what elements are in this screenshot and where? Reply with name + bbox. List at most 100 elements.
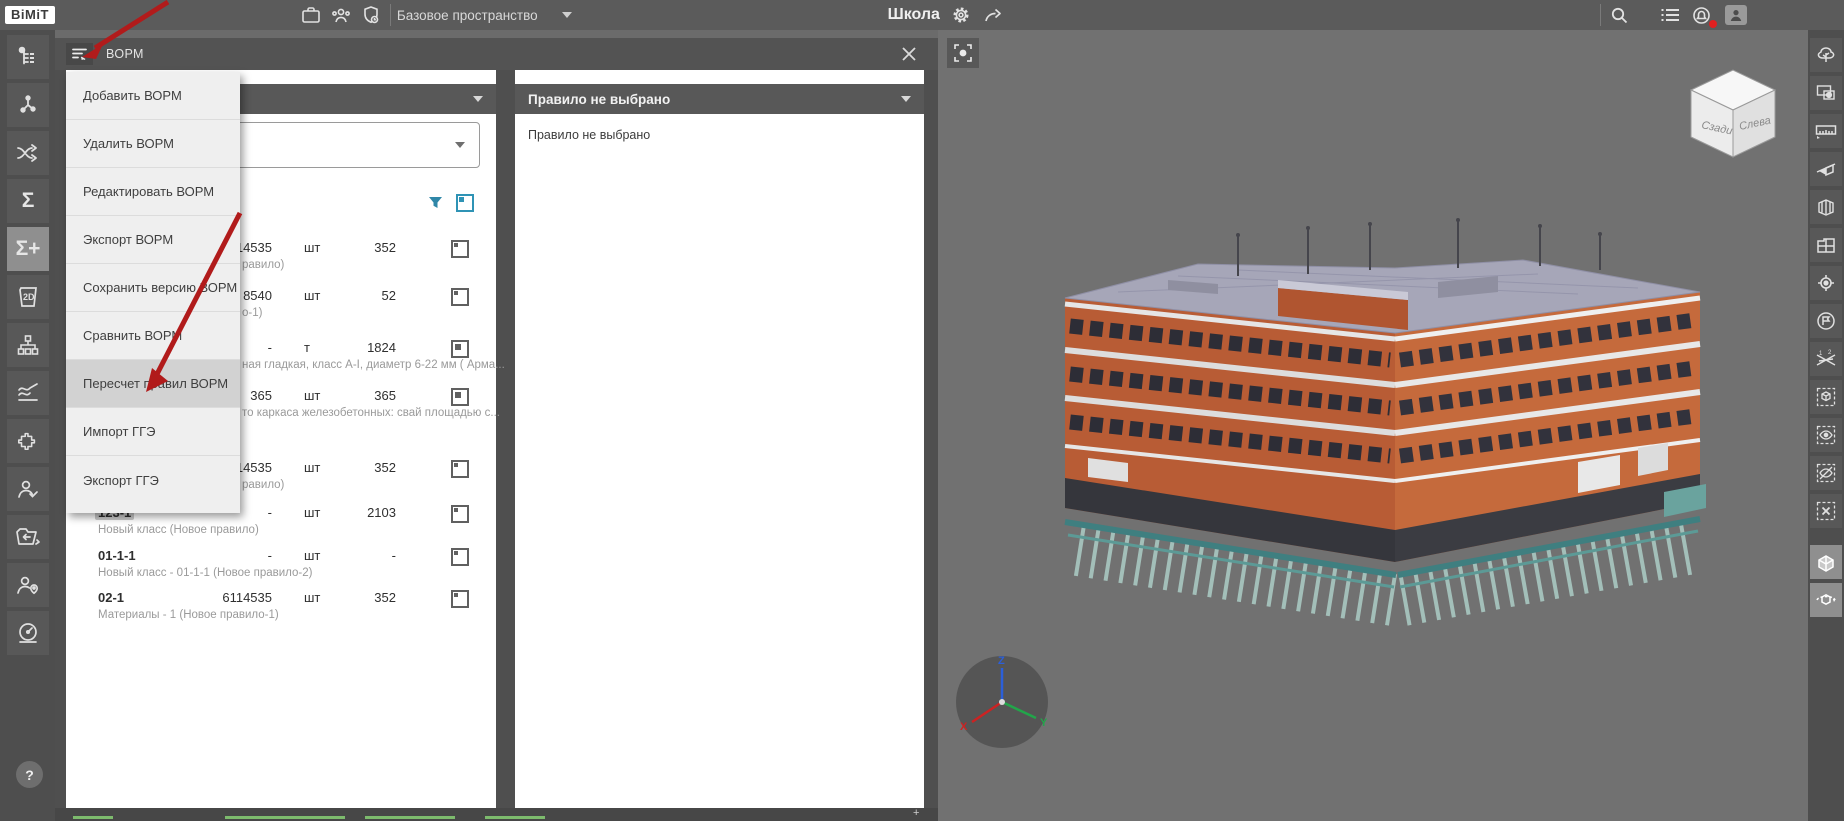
row-qty: 352 [374, 460, 396, 475]
row-state-icon[interactable] [451, 548, 469, 566]
sum-plus-icon[interactable]: Σ+ [7, 227, 49, 271]
row-code: 02-1 [98, 590, 125, 605]
row-subtitle: Новый класс (Новое правило) [98, 524, 259, 536]
notifications-bell-icon[interactable] [1689, 4, 1717, 28]
viewport-3d[interactable]: Сзади Слева Z X Y [938, 30, 1808, 821]
menu-item-compare-vorm[interactable]: Сравнить ВОРМ [66, 312, 240, 360]
capture-region-icon[interactable] [1810, 76, 1842, 110]
ruler-icon[interactable] [1810, 114, 1842, 148]
hide-selected-eye-off-icon[interactable] [1810, 456, 1842, 490]
plugins-icon[interactable] [7, 419, 49, 463]
row-qty: - [391, 548, 396, 563]
rule-panel-header[interactable]: Правило не выбрано [515, 84, 924, 114]
wall-tool-icon[interactable] [1810, 545, 1842, 579]
menu-item-save-version-vorm[interactable]: Сохранить версию ВОРМ [66, 264, 240, 312]
measure-axes-icon[interactable]: 12 [1810, 342, 1842, 376]
trends-icon[interactable] [7, 371, 49, 415]
filter-icon[interactable] [428, 196, 443, 210]
menu-item-add-vorm[interactable]: Добавить ВОРМ [66, 72, 240, 120]
section-box-icon[interactable] [1810, 190, 1842, 224]
row-state-icon[interactable] [451, 388, 469, 406]
row-subtitle: равило) [242, 259, 285, 271]
left-toolbar: Σ Σ+ 2D ? [0, 30, 55, 821]
hierarchy-icon[interactable] [7, 323, 49, 367]
row-unit: шт [304, 505, 321, 520]
axis-y-label: Y [1040, 717, 1048, 729]
vegetation-tree-icon[interactable] [1810, 38, 1842, 72]
connections-icon[interactable] [7, 131, 49, 175]
row-subtitle: равило) [242, 479, 285, 491]
right-toolbar: 12 [1808, 30, 1844, 821]
row-unit: т [304, 340, 310, 355]
menu-list-icon[interactable] [1657, 4, 1683, 26]
show-selected-eye-icon[interactable] [1810, 418, 1842, 452]
application-window: BiMiT Базовое пространство Школа Σ Σ+ 2D… [0, 0, 1844, 821]
row-value: - [267, 548, 272, 563]
focus-model-icon[interactable] [947, 38, 979, 68]
orbit-view-icon[interactable] [1810, 583, 1842, 617]
menu-item-import-gge[interactable]: Импорт ГГЭ [66, 408, 240, 456]
help-button[interactable]: ? [16, 761, 43, 788]
menu-item-export-gge[interactable]: Экспорт ГГЭ [66, 456, 240, 504]
menu-item-delete-vorm[interactable]: Удалить ВОРМ [66, 120, 240, 168]
shield-history-icon[interactable] [358, 4, 384, 26]
row-state-icon[interactable] [451, 240, 469, 258]
row-state-icon[interactable] [451, 288, 469, 306]
vorm-menu-button[interactable] [66, 43, 93, 65]
navigation-cube[interactable]: Сзади Слева [1683, 62, 1783, 162]
workspace-caret-icon[interactable] [561, 12, 572, 18]
share-icon[interactable] [980, 4, 1006, 26]
clear-selection-icon[interactable] [1810, 494, 1842, 528]
sum-icon[interactable]: Σ [7, 179, 49, 223]
user-check-icon[interactable] [7, 467, 49, 511]
locate-icon[interactable] [1810, 266, 1842, 300]
svg-text:1: 1 [1819, 351, 1823, 357]
settings-gear-icon[interactable] [948, 4, 974, 26]
row-unit: шт [304, 460, 321, 475]
row-state-icon[interactable] [451, 340, 469, 358]
search-icon[interactable] [1607, 4, 1633, 26]
row-unit: шт [304, 240, 321, 255]
axis-gizmo[interactable]: Z X Y [952, 652, 1052, 752]
row-state-icon[interactable] [451, 590, 469, 608]
axis-x-label: X [960, 721, 968, 733]
structure-tree-icon[interactable] [7, 35, 49, 79]
folder-transfer-icon[interactable] [7, 515, 49, 559]
flag-icon[interactable] [1810, 304, 1842, 338]
building-model [1064, 218, 1706, 626]
workspace-selector[interactable]: Базовое пространство [397, 8, 538, 23]
projects-briefcase-icon[interactable] [298, 4, 324, 26]
floor-plan-icon[interactable] [1810, 228, 1842, 262]
rule-panel-caret-icon [901, 96, 911, 102]
app-logo: BiMiT [5, 6, 55, 24]
view-2d-icon[interactable]: 2D [7, 275, 49, 319]
vorm-window-header: ВОРМ [55, 38, 938, 70]
rule-panel-body: Правило не выбрано [528, 128, 651, 142]
menu-item-edit-vorm[interactable]: Редактировать ВОРМ [66, 168, 240, 216]
close-icon[interactable] [900, 45, 918, 63]
top-bar: BiMiT Базовое пространство Школа [0, 0, 1844, 30]
row-qty: 52 [381, 288, 396, 303]
select-box-icon[interactable] [1810, 380, 1842, 414]
row-state-icon[interactable] [451, 505, 469, 523]
row-qty: 1824 [367, 340, 396, 355]
menu-item-recalc-rules-vorm[interactable]: Пересчет правил ВОРМ [66, 360, 240, 408]
gauge-icon[interactable] [7, 611, 49, 655]
row-qty: 2103 [367, 505, 396, 520]
column-mode-icon[interactable] [456, 194, 474, 212]
team-icon[interactable] [328, 4, 354, 26]
user-location-icon[interactable] [7, 563, 49, 607]
cropped-plus-glyph: + [913, 807, 920, 819]
row-qty: 352 [374, 590, 396, 605]
table-tools [428, 194, 474, 212]
vorm-context-menu: Добавить ВОРМ Удалить ВОРМ Редактировать… [66, 72, 240, 513]
window-title: ВОРМ [106, 47, 144, 61]
menu-item-export-vorm[interactable]: Экспорт ВОРМ [66, 216, 240, 264]
section-plane-icon[interactable] [1810, 152, 1842, 186]
row-subtitle: Материалы - 1 (Новое правило-1) [98, 609, 279, 621]
rule-panel: Правило не выбрано Правило не выбрано [515, 70, 924, 808]
row-state-icon[interactable] [451, 460, 469, 478]
row-code: 01-1-1 [98, 548, 136, 563]
relations-icon[interactable] [7, 83, 49, 127]
account-icon[interactable] [1724, 5, 1747, 25]
